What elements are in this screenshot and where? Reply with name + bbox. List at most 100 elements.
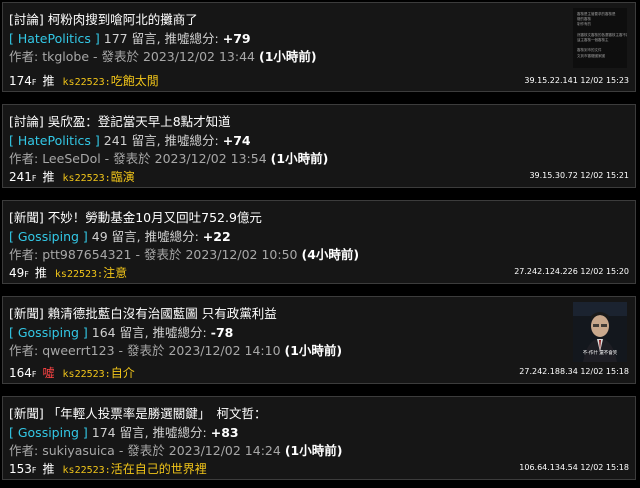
post-byline: 作者: tkglobe - 發表於 2023/12/02 13:44 (1小時前… bbox=[9, 46, 317, 65]
post-stats: [ Gossiping ] 174 留言, 推噓總分: +83 bbox=[9, 422, 239, 441]
push-tag: 推 bbox=[42, 74, 55, 88]
floor-number: 241 bbox=[9, 170, 32, 184]
comment-count: 164 bbox=[91, 325, 116, 340]
boo-tag: 噓 bbox=[42, 366, 55, 380]
post-thumbnail[interactable]: 審核是主管要求的審核是 權的審核 制作有的 然審核文審核的各選審核主審不審在一起… bbox=[573, 8, 627, 68]
post-stats: [ Gossiping ] 49 留言, 推噓總分: +22 bbox=[9, 226, 231, 245]
post-card[interactable]: [新聞] 「年輕人投票率是勝選關鍵」 柯文哲： [ Gossiping ] 17… bbox=[2, 396, 636, 480]
post-age: (4小時前) bbox=[301, 247, 360, 262]
comment-count: 174 bbox=[91, 425, 116, 440]
author-name[interactable]: qweerrt123 bbox=[42, 343, 114, 358]
post-card[interactable]: [討論] 吳欣盈：登記當天早上8點才知道 [ HatePolitics ] 24… bbox=[2, 104, 636, 188]
post-title[interactable]: [討論] 吳欣盈：登記當天早上8點才知道 bbox=[9, 111, 231, 130]
floor-number: 153 bbox=[9, 462, 32, 476]
comment-text: 自介 bbox=[110, 366, 135, 380]
commenter-id[interactable]: ks22523: bbox=[63, 77, 111, 88]
push-tag: 推 bbox=[42, 462, 55, 476]
thumbnail-caption: 不-作什 還不會笑 bbox=[582, 351, 618, 356]
push-score: +83 bbox=[210, 425, 239, 440]
post-byline: 作者: qweerrt123 - 發表於 2023/12/02 14:10 (1… bbox=[9, 340, 342, 359]
post-feed: [討論] 柯粉肉搜到嗆阿北的攤商了 [ HatePolitics ] 177 留… bbox=[0, 0, 640, 488]
post-stats: [ HatePolitics ] 241 留言, 推噓總分: +74 bbox=[9, 130, 251, 149]
comment-ip-date: 39.15.30.72 12/02 15:21 bbox=[529, 171, 629, 180]
author-label: 作者: bbox=[9, 151, 43, 166]
push-score: +74 bbox=[222, 133, 251, 148]
comment-text: 臨演 bbox=[110, 170, 135, 184]
comment-text: 注意 bbox=[103, 266, 128, 280]
floor-suffix: F bbox=[31, 466, 37, 475]
floor-suffix: F bbox=[31, 370, 37, 379]
posted-label: - 發表於 bbox=[89, 49, 143, 64]
posted-label: - 發表於 bbox=[114, 443, 169, 458]
author-label: 作者: bbox=[9, 443, 43, 458]
comment-text: 活在自己的世界裡 bbox=[110, 462, 207, 476]
comment-label: 留言, 推噓總分: bbox=[115, 325, 211, 340]
floor-suffix: F bbox=[24, 270, 29, 279]
comment-text: 吃飽太閒 bbox=[110, 74, 159, 88]
thumbnail-text: 審核是主管要求的審核是 權的審核 制作有的 然審核文審核的各選審核主審不審在一起… bbox=[577, 12, 627, 58]
post-title[interactable]: [新聞] 不妙！勞動基金10月又回吐752.9億元 bbox=[9, 207, 262, 226]
post-stats: [ HatePolitics ] 177 留言, 推噓總分: +79 bbox=[9, 28, 251, 47]
post-title[interactable]: [新聞] 「年輕人投票率是勝選關鍵」 柯文哲： bbox=[9, 403, 266, 422]
push-score: +79 bbox=[222, 31, 251, 46]
board-link[interactable]: [ Gossiping ] bbox=[9, 425, 88, 440]
push-tag: 推 bbox=[42, 170, 55, 184]
author-label: 作者: bbox=[9, 343, 43, 358]
floor-suffix: F bbox=[31, 174, 37, 183]
post-byline: 作者: sukiyasuica - 發表於 2023/12/02 14:24 (… bbox=[9, 440, 342, 459]
comment-count: 49 bbox=[91, 229, 108, 244]
latest-comment: 153F 推 ks22523:活在自己的世界裡 bbox=[9, 460, 207, 477]
commenter-id[interactable]: ks22523: bbox=[55, 269, 103, 280]
posted-time: 2023/12/02 14:10 bbox=[168, 343, 281, 358]
post-age: (1小時前) bbox=[270, 151, 329, 166]
latest-comment: 49F 推 ks22523:注意 bbox=[9, 264, 127, 281]
post-card[interactable]: [新聞] 不妙！勞動基金10月又回吐752.9億元 [ Gossiping ] … bbox=[2, 200, 636, 284]
board-link[interactable]: [ Gossiping ] bbox=[9, 229, 88, 244]
latest-comment: 241F 推 ks22523:臨演 bbox=[9, 168, 135, 185]
comment-label: 留言, 推噓總分: bbox=[127, 31, 223, 46]
post-title[interactable]: [討論] 柯粉肉搜到嗆阿北的攤商了 bbox=[9, 9, 198, 28]
post-card[interactable]: [討論] 柯粉肉搜到嗆阿北的攤商了 [ HatePolitics ] 177 留… bbox=[2, 2, 636, 92]
post-age: (1小時前) bbox=[284, 443, 343, 458]
author-name[interactable]: ptt987654321 bbox=[42, 247, 131, 262]
floor-number: 49 bbox=[9, 266, 25, 280]
posted-label: - 發表於 bbox=[100, 151, 155, 166]
post-thumbnail[interactable]: 不-作什 還不會笑 bbox=[573, 302, 627, 362]
board-link[interactable]: [ Gossiping ] bbox=[9, 325, 88, 340]
board-link[interactable]: [ HatePolitics ] bbox=[9, 133, 100, 148]
posted-time: 2023/12/02 13:54 bbox=[154, 151, 267, 166]
latest-comment: 164F 噓 ks22523:自介 bbox=[9, 364, 135, 381]
push-tag: 推 bbox=[34, 266, 47, 280]
posted-time: 2023/12/02 10:50 bbox=[185, 247, 298, 262]
post-byline: 作者: LeeSeDol - 發表於 2023/12/02 13:54 (1小時… bbox=[9, 148, 328, 167]
commenter-id[interactable]: ks22523: bbox=[63, 173, 111, 184]
post-age: (1小時前) bbox=[284, 343, 343, 358]
floor-suffix: F bbox=[31, 78, 37, 87]
commenter-id[interactable]: ks22523: bbox=[63, 369, 111, 380]
post-stats: [ Gossiping ] 164 留言, 推噓總分: -78 bbox=[9, 322, 233, 341]
comment-ip-date: 27.242.188.34 12/02 15:18 bbox=[519, 367, 629, 376]
author-label: 作者: bbox=[9, 49, 43, 64]
comment-count: 241 bbox=[103, 133, 128, 148]
board-link[interactable]: [ HatePolitics ] bbox=[9, 31, 100, 46]
posted-label: - 發表於 bbox=[131, 247, 186, 262]
author-name[interactable]: LeeSeDol bbox=[42, 151, 101, 166]
comment-ip-date: 27.242.124.226 12/02 15:20 bbox=[514, 267, 629, 276]
post-title[interactable]: [新聞] 賴清德批藍白沒有治國藍圖 只有政黨利益 bbox=[9, 303, 277, 322]
push-score: -78 bbox=[210, 325, 234, 340]
author-name[interactable]: sukiyasuica bbox=[42, 443, 115, 458]
comment-ip-date: 106.64.134.54 12/02 15:18 bbox=[519, 463, 629, 472]
posted-label: - 發表於 bbox=[114, 343, 169, 358]
commenter-id[interactable]: ks22523: bbox=[63, 465, 111, 476]
author-name[interactable]: tkglobe bbox=[42, 49, 89, 64]
comment-label: 留言, 推噓總分: bbox=[115, 425, 211, 440]
posted-time: 2023/12/02 13:44 bbox=[142, 49, 255, 64]
floor-number: 174 bbox=[9, 74, 32, 88]
post-card[interactable]: [新聞] 賴清德批藍白沒有治國藍圖 只有政黨利益 [ Gossiping ] 1… bbox=[2, 296, 636, 384]
comment-count: 177 bbox=[103, 31, 128, 46]
latest-comment: 174F 推 ks22523:吃飽太閒 bbox=[9, 72, 159, 89]
post-age: (1小時前) bbox=[258, 49, 317, 64]
push-score: +22 bbox=[202, 229, 231, 244]
comment-label: 留言, 推噓總分: bbox=[127, 133, 223, 148]
comment-label: 留言, 推噓總分: bbox=[107, 229, 203, 244]
